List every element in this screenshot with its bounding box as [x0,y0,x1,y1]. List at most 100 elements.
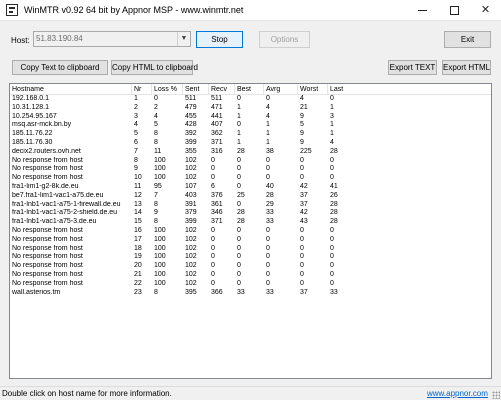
chevron-down-icon[interactable]: ▼ [177,32,190,46]
cell-sent: 391 [185,200,197,208]
cell-hostname[interactable]: 192.168.0.1 [10,95,132,104]
table-row[interactable]: wall.asterios.tm 23 8 395 366 33 33 37 33 [10,289,491,298]
cell-recv: 346 [211,209,223,217]
table-row[interactable]: 10.254.95.167 3 4 455 441 1 4 9 3 [10,113,491,122]
table-row[interactable]: fra1-lnb1-vac1-a75-2-shield.de.eu 14 9 379 3… [10,209,491,218]
cell-nr: 10 [134,174,142,182]
column-header-loss[interactable]: Loss % [152,84,183,95]
column-header-hostname[interactable]: Hostname [10,84,132,95]
cell-best: 0 [237,95,241,102]
cell-worst: 9 [300,130,304,138]
table-row[interactable]: decix2.routers.ovh.net 7 11 355 316 28 38 225 28 [10,148,491,157]
cell-worst: 4 [300,95,304,102]
table-row[interactable]: No response from host 9 100 102 0 0 0 0 0 [10,165,491,174]
cell-hostname[interactable]: No response from host [10,262,132,271]
cell-worst: 0 [300,253,304,261]
options-button[interactable]: Options [259,31,310,48]
cell-worst: 37 [300,191,308,199]
resize-grip-icon[interactable] [492,391,500,399]
table-row[interactable]: 192.168.0.1 1 0 511 511 0 0 4 0 [10,95,491,104]
cell-sent: 102 [185,279,197,287]
cell-hostname[interactable]: decix2.routers.ovh.net [10,148,132,157]
cell-loss: 100 [154,270,166,278]
minimize-button[interactable] [407,0,438,21]
cell-loss: 11 [154,147,162,155]
results-table[interactable]: Hostname Nr Loss % Sent Recv Best Avrg W… [9,83,492,379]
cell-hostname[interactable]: 185.11.76.30 [10,139,132,148]
cell-last: 0 [330,270,334,278]
cell-nr: 13 [134,200,142,208]
table-row[interactable]: be7.fra1-lim1-vac1-a75.de.eu 12 7 403 376 25 2… [10,192,491,201]
table-row[interactable]: 185.11.76.30 6 8 399 371 1 1 9 4 [10,139,491,148]
table-row[interactable]: fra1-lnb1-vac1-a75-1-firewall.de.eu 13 8 39… [10,201,491,210]
cell-nr: 6 [134,138,138,146]
table-row[interactable]: No response from host 19 100 102 0 0 0 0 0 [10,253,491,262]
cell-worst: 0 [300,165,304,173]
cell-hostname[interactable]: No response from host [10,253,132,262]
cell-hostname[interactable]: No response from host [10,280,132,289]
table-row[interactable]: No response from host 22 100 102 0 0 0 0 0 [10,280,491,289]
table-row[interactable]: msq.asr-mck.bn.by 4 5 428 407 0 1 5 1 [10,121,491,130]
cell-recv: 0 [211,262,215,270]
maximize-button[interactable] [439,0,470,21]
export-html-button[interactable]: Export HTML [442,60,491,75]
column-header-last[interactable]: Last [328,84,358,95]
close-icon: ✕ [480,4,491,16]
table-row[interactable]: 185.11.76.22 5 8 392 362 1 1 9 1 [10,130,491,139]
column-header-nr[interactable]: Nr [132,84,152,95]
table-row[interactable]: No response from host 20 100 102 0 0 0 0 0 [10,262,491,271]
cell-sent: 102 [185,165,197,173]
cell-loss: 100 [154,165,166,173]
cell-sent: 102 [185,226,197,234]
column-header-best[interactable]: Best [235,84,264,95]
cell-hostname[interactable]: fra1-lnb1-vac1-a75-1-firewall.de.eu [10,201,132,210]
cell-hostname[interactable]: No response from host [10,271,132,280]
column-header-sent[interactable]: Sent [183,84,209,95]
cell-sent: 455 [185,112,197,120]
stop-button[interactable]: Stop [196,31,243,48]
cell-loss: 100 [154,253,166,261]
cell-hostname[interactable]: 185.11.76.22 [10,130,132,139]
close-button[interactable]: ✕ [470,0,501,21]
appnor-link[interactable]: www.appnor.com [427,389,488,398]
table-row[interactable]: fra1-lnb1-vac1-a75-3.de.eu 15 8 399 371 28 33 4… [10,218,491,227]
cell-hostname[interactable]: No response from host [10,165,132,174]
cell-hostname[interactable]: msq.asr-mck.bn.by [10,121,132,130]
cell-best: 0 [237,279,241,287]
table-row[interactable]: fra1-lim1-g2-8k.de.eu 11 95 107 6 0 40 42 41 [10,183,491,192]
export-text-button[interactable]: Export TEXT [388,60,437,75]
cell-hostname[interactable]: No response from host [10,174,132,183]
column-header-worst[interactable]: Worst [298,84,328,95]
cell-avrg: 0 [266,174,270,182]
cell-hostname[interactable]: 10.31.128.1 [10,104,132,113]
cell-hostname[interactable]: No response from host [10,236,132,245]
cell-worst: 5 [300,121,304,129]
cell-hostname[interactable]: No response from host [10,227,132,236]
table-row[interactable]: No response from host 18 100 102 0 0 0 0 0 [10,245,491,254]
table-row[interactable]: No response from host 8 100 102 0 0 0 0 0 [10,157,491,166]
column-header-avrg[interactable]: Avrg [264,84,298,95]
column-header-recv[interactable]: Recv [209,84,235,95]
cell-last: 1 [330,103,334,111]
table-row[interactable]: No response from host 10 100 102 0 0 0 0 0 [10,174,491,183]
cell-recv: 6 [211,182,215,190]
table-row[interactable]: No response from host 21 100 102 0 0 0 0 0 [10,271,491,280]
table-row[interactable]: 10.31.128.1 2 2 479 471 1 4 21 1 [10,104,491,113]
exit-button[interactable]: Exit [444,31,491,48]
table-header: Hostname Nr Loss % Sent Recv Best Avrg W… [10,84,491,95]
cell-hostname[interactable]: No response from host [10,245,132,254]
table-row[interactable]: No response from host 17 100 102 0 0 0 0 0 [10,236,491,245]
cell-avrg: 0 [266,244,270,252]
cell-hostname[interactable]: No response from host [10,157,132,166]
cell-loss: 4 [154,112,158,120]
copy-text-button[interactable]: Copy Text to clipboard [12,60,108,75]
cell-hostname[interactable]: fra1-lim1-g2-8k.de.eu [10,183,132,192]
host-combobox[interactable]: 51.83.190.84 ▼ [33,31,191,47]
cell-hostname[interactable]: fra1-lnb1-vac1-a75-3.de.eu [10,218,132,227]
table-row[interactable]: No response from host 16 100 102 0 0 0 0 0 [10,227,491,236]
cell-hostname[interactable]: fra1-lnb1-vac1-a75-2-shield.de.eu [10,209,132,218]
cell-hostname[interactable]: 10.254.95.167 [10,113,132,122]
cell-hostname[interactable]: wall.asterios.tm [10,289,132,298]
copy-html-button[interactable]: Copy HTML to clipboard [111,60,198,75]
cell-hostname[interactable]: be7.fra1-lim1-vac1-a75.de.eu [10,192,132,201]
